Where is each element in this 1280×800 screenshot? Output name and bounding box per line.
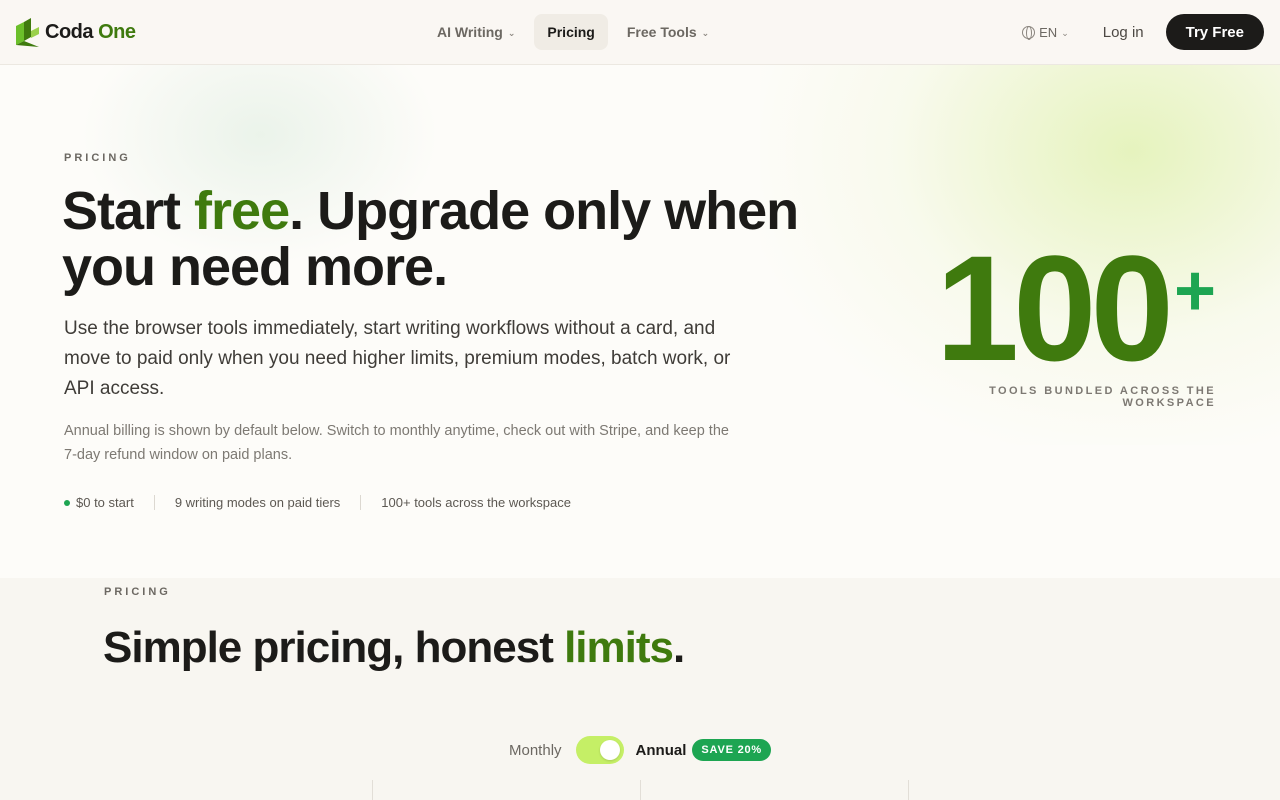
logo-text: Coda One [45,20,136,44]
billing-period-toggle[interactable] [575,736,624,764]
language-label: EN [1039,24,1058,40]
save-badge: SAVE 20% [692,739,771,761]
nav-item-ai-writing[interactable]: AI Writing ⌄ [424,14,528,50]
pricing-eyebrow: PRICING [104,586,171,598]
highlight-chip-label: 100+ tools across the workspace [381,495,571,510]
hero-eyebrow: PRICING [64,152,131,164]
highlight-chip: 9 writing modes on paid tiers [153,495,360,510]
highlight-chip: 100+ tools across the workspace [360,495,591,510]
chevron-down-icon: ⌄ [701,27,710,38]
highlight-chip: $0 to start [64,495,154,510]
billing-annual-label[interactable]: Annual [636,742,687,759]
nav-item-label: AI Writing [437,24,503,40]
highlight-chip-label: 9 writing modes on paid tiers [174,495,341,510]
hero-title: Start free. Upgrade only when you need m… [62,183,862,295]
nav-item-free-tools[interactable]: Free Tools ⌄ [614,14,722,50]
billing-monthly-label[interactable]: Monthly [509,742,562,759]
plan-card-divider [908,780,909,800]
top-nav: Coda One AI Writing ⌄ Pricing Free Tools… [0,0,1280,65]
hero-subtext: Annual billing is shown by default below… [64,423,729,463]
nav-item-label: Pricing [547,24,595,40]
tools-stat-suffix: + [1173,251,1216,331]
highlight-chip-label: $0 to start [76,495,134,510]
globe-icon [1022,25,1036,40]
pricing-title: Simple pricing, honest limits. [103,622,685,674]
toggle-knob [599,740,620,760]
hero-lead: Use the browser tools immediately, start… [64,318,731,399]
tools-stat-number: 100 [935,224,1174,392]
hero-highlights: $0 to start 9 writing modes on paid tier… [64,495,591,510]
logo-mark-icon [16,18,39,47]
hero-section: PRICING Start free. Upgrade only when yo… [0,65,1280,578]
billing-toggle-group: Monthly Annual SAVE 20% [509,736,771,764]
status-dot-icon [64,499,70,506]
pricing-title-part1: Simple pricing, honest [103,623,565,672]
pricing-title-highlight: limits [564,623,674,672]
tools-stat: 100 + [936,233,1216,383]
logo[interactable]: Coda One [16,17,136,47]
logo-word-2: One [98,20,136,43]
plan-card-divider [640,780,641,800]
login-link[interactable]: Log in [1103,24,1144,41]
nav-actions: EN ⌄ Log in Try Free [1022,14,1264,50]
language-selector[interactable]: EN ⌄ [1022,25,1069,40]
main-menu: AI Writing ⌄ Pricing Free Tools ⌄ [424,14,722,50]
hero-title-part1: Start [62,181,195,241]
nav-item-label: Free Tools [626,24,697,40]
chevron-down-icon: ⌄ [1061,27,1069,38]
pricing-section: PRICING Simple pricing, honest limits. M… [0,578,1280,800]
tools-stat-caption: TOOLS BUNDLED ACROSS THE WORKSPACE [989,385,1216,409]
nav-item-pricing[interactable]: Pricing [534,14,608,50]
pricing-title-part2: . [673,623,685,672]
chevron-down-icon: ⌄ [507,27,516,38]
logo-word-1: Coda [45,20,94,43]
hero-title-highlight: free [194,181,290,241]
plan-card-divider [372,780,373,800]
try-free-button[interactable]: Try Free [1165,14,1264,50]
